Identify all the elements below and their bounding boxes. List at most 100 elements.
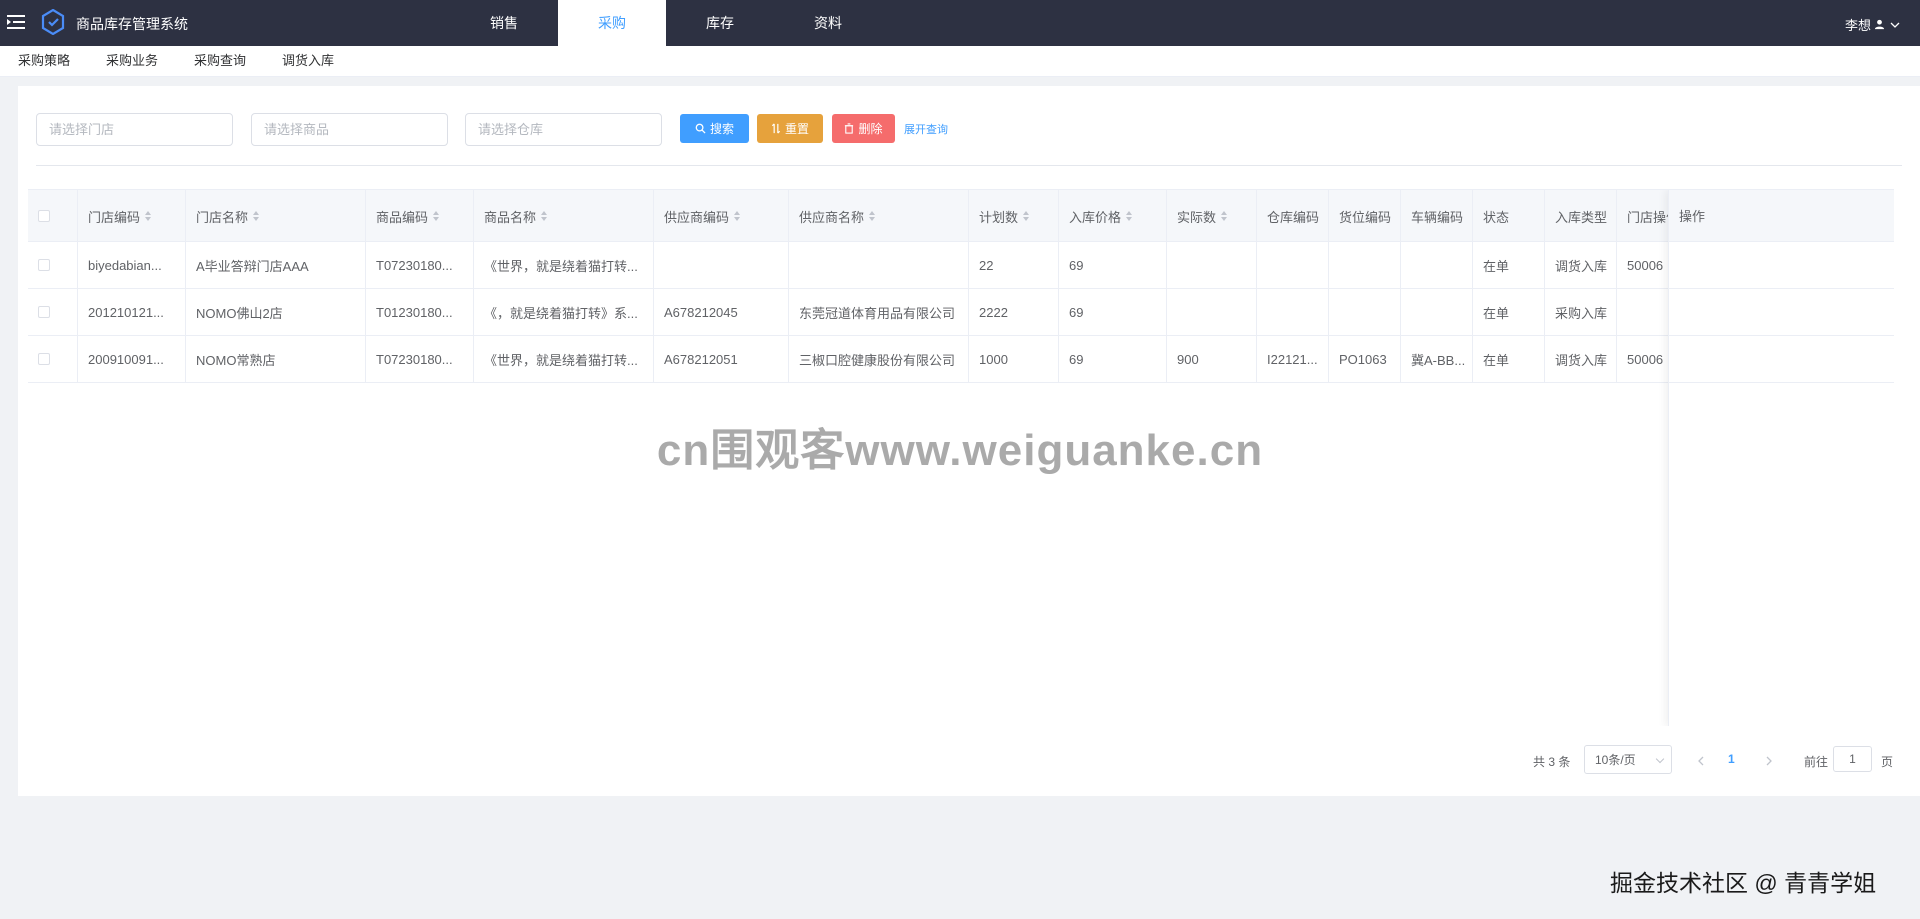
cell-text: 2222 bbox=[979, 304, 1008, 320]
cell-vehicle-code bbox=[1401, 289, 1473, 335]
cell-text: T01230180... bbox=[376, 304, 453, 320]
subnav-item-purchase-strategy[interactable]: 采购策略 bbox=[0, 46, 88, 76]
tab-inventory[interactable]: 库存 bbox=[666, 0, 774, 46]
cell-store-name: A毕业答辩门店AAA bbox=[186, 242, 366, 288]
tab-purchase[interactable]: 采购 bbox=[558, 0, 666, 46]
column-header-label: 商品名称 bbox=[484, 209, 537, 225]
cell-text: A678212051 bbox=[664, 351, 738, 367]
tab-sales[interactable]: 销售 bbox=[450, 0, 558, 46]
cell-inbound-type: 调货入库 bbox=[1545, 336, 1617, 382]
chevron-down-icon bbox=[1890, 22, 1900, 28]
column-header-product-code[interactable]: 商品编码 bbox=[366, 190, 474, 242]
sort-icon[interactable] bbox=[1221, 211, 1228, 221]
search-button[interactable]: 搜索 bbox=[680, 114, 749, 143]
cell-text: T07230180... bbox=[376, 351, 453, 367]
search-button-label: 搜索 bbox=[709, 122, 734, 136]
cell-location-code bbox=[1329, 289, 1401, 335]
column-header-label: 门店名称 bbox=[196, 209, 249, 225]
column-header-store-name[interactable]: 门店名称 bbox=[186, 190, 366, 242]
cell-text: biyedabian... bbox=[88, 257, 162, 273]
goto-page-input[interactable] bbox=[1833, 746, 1872, 772]
column-header-label: 供应商名称 bbox=[799, 209, 865, 225]
sort-icon[interactable] bbox=[1023, 211, 1030, 221]
column-header-label: 仓库编码 bbox=[1267, 209, 1320, 225]
column-header-planned-qty[interactable]: 计划数 bbox=[969, 190, 1059, 242]
chevron-down-icon bbox=[1655, 754, 1665, 764]
logo-icon bbox=[41, 9, 65, 35]
row-checkbox-cell bbox=[28, 336, 78, 382]
row-checkbox[interactable] bbox=[38, 353, 50, 365]
prev-page-icon[interactable] bbox=[1694, 754, 1708, 768]
cell-warehouse-code bbox=[1257, 242, 1329, 288]
cell-vehicle-code: 冀A-BB... bbox=[1401, 336, 1473, 382]
sort-icon[interactable] bbox=[734, 211, 741, 221]
table-row[interactable]: biyedabian... A毕业答辩门店AAA T07230180... 《世… bbox=[28, 242, 1894, 289]
cell-planned-qty: 2222 bbox=[969, 289, 1059, 335]
tab-data[interactable]: 资料 bbox=[774, 0, 882, 46]
product-select[interactable] bbox=[251, 113, 448, 146]
subnav-item-transfer-inbound[interactable]: 调货入库 bbox=[264, 46, 352, 76]
cell-text: 50006 bbox=[1627, 351, 1664, 367]
table-row[interactable]: 201210121... NOMO佛山2店 T01230180... 《，就是绕… bbox=[28, 289, 1894, 336]
cell-text: NOMO常熟店 bbox=[196, 352, 276, 368]
app-title: 商品库存管理系统 bbox=[76, 16, 188, 32]
cell-actual-qty bbox=[1167, 242, 1257, 288]
select-all-checkbox[interactable] bbox=[38, 210, 50, 222]
page-number-current[interactable]: 1 bbox=[1728, 752, 1735, 766]
cell-inbound-price: 69 bbox=[1059, 242, 1167, 288]
cell-text: 在单 bbox=[1483, 305, 1510, 321]
column-header-product-name[interactable]: 商品名称 bbox=[474, 190, 654, 242]
user-menu[interactable]: 李想 bbox=[1845, 15, 1902, 34]
sort-icon[interactable] bbox=[541, 211, 548, 221]
cell-text: 69 bbox=[1069, 257, 1084, 273]
sort-icon[interactable] bbox=[433, 211, 440, 221]
column-header-supplier-code[interactable]: 供应商编码 bbox=[654, 190, 789, 242]
cell-text: 69 bbox=[1069, 304, 1084, 320]
cell-vehicle-code bbox=[1401, 242, 1473, 288]
cell-text: 冀A-BB... bbox=[1411, 352, 1466, 368]
cell-status: 在单 bbox=[1473, 242, 1545, 288]
sort-icon[interactable] bbox=[253, 211, 260, 221]
cell-inbound-price: 69 bbox=[1059, 289, 1167, 335]
row-checkbox[interactable] bbox=[38, 259, 50, 271]
page-size-select[interactable]: 10条/页 bbox=[1584, 745, 1672, 774]
table-row[interactable]: 200910091... NOMO常熟店 T07230180... 《世界，就是… bbox=[28, 336, 1894, 383]
row-checkbox[interactable] bbox=[38, 306, 50, 318]
cell-text: 在单 bbox=[1483, 258, 1510, 274]
column-header-location-code: 货位编码 bbox=[1329, 190, 1401, 242]
search-icon bbox=[695, 123, 706, 134]
column-header-label: 操作 bbox=[1679, 209, 1706, 224]
cell-text: 三椒口腔健康股份有限公司 bbox=[799, 352, 956, 368]
cell-product-code: T01230180... bbox=[366, 289, 474, 335]
cell-text: T07230180... bbox=[376, 257, 453, 273]
sort-icon[interactable] bbox=[869, 211, 876, 221]
cell-store-code: biyedabian... bbox=[78, 242, 186, 288]
sort-icon[interactable] bbox=[145, 211, 152, 221]
column-header-label: 供应商编码 bbox=[664, 209, 730, 225]
cell-text: 采购入库 bbox=[1555, 305, 1608, 321]
column-header-store-code[interactable]: 门店编码 bbox=[78, 190, 186, 242]
cell-product-name: 《世界，就是绕着猫打转... bbox=[474, 336, 654, 382]
column-header-actual-qty[interactable]: 实际数 bbox=[1167, 190, 1257, 242]
cell-supplier-code: A678212051 bbox=[654, 336, 789, 382]
delete-button[interactable]: 删除 bbox=[832, 114, 895, 143]
cell-store-name: NOMO佛山2店 bbox=[186, 289, 366, 335]
store-select[interactable] bbox=[36, 113, 233, 146]
column-header-inbound-price[interactable]: 入库价格 bbox=[1059, 190, 1167, 242]
cell-text: NOMO佛山2店 bbox=[196, 305, 283, 321]
next-page-icon[interactable] bbox=[1762, 754, 1776, 768]
column-header-vehicle-code: 车辆编码 bbox=[1401, 190, 1473, 242]
sort-icon[interactable] bbox=[1126, 211, 1133, 221]
menu-toggle-icon[interactable] bbox=[6, 12, 26, 32]
expand-query-link[interactable]: 展开查询 bbox=[904, 121, 948, 137]
subnav-item-purchase-business[interactable]: 采购业务 bbox=[88, 46, 176, 76]
warehouse-select[interactable] bbox=[465, 113, 662, 146]
column-header-warehouse-code: 仓库编码 bbox=[1257, 190, 1329, 242]
cell-product-code: T07230180... bbox=[366, 336, 474, 382]
column-header-supplier-name[interactable]: 供应商名称 bbox=[789, 190, 969, 242]
main-nav: 销售 采购 库存 资料 bbox=[450, 0, 882, 46]
reset-button[interactable]: 重置 bbox=[757, 114, 823, 143]
subnav-item-purchase-query[interactable]: 采购查询 bbox=[176, 46, 264, 76]
data-table: 门店编码 门店名称 商品编码 商品名称 供应商编码 供应商名称 计划数 入库价格… bbox=[28, 189, 1894, 726]
row-checkbox-cell bbox=[28, 242, 78, 288]
